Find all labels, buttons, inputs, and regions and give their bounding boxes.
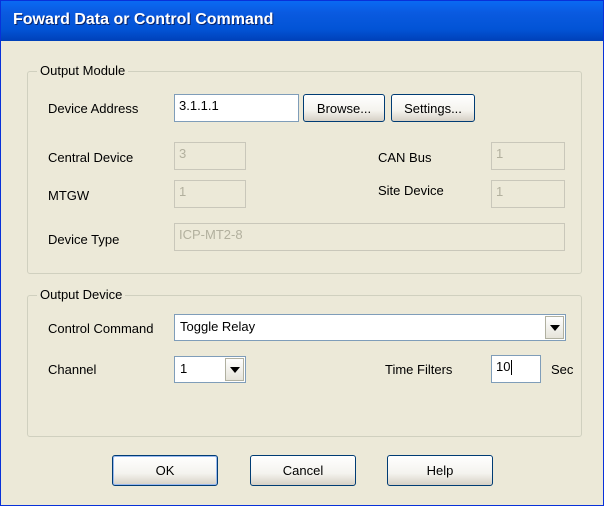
can-bus-field: 1 xyxy=(491,142,565,170)
central-device-field: 3 xyxy=(174,142,246,170)
time-unit-label: Sec xyxy=(551,362,574,377)
dialog-title: Foward Data or Control Command xyxy=(13,11,274,28)
title-bar[interactable]: Foward Data or Control Command xyxy=(1,1,603,41)
site-device-label: Site Device xyxy=(378,183,444,198)
chevron-down-icon[interactable] xyxy=(225,358,244,381)
control-command-select[interactable]: Toggle Relay xyxy=(174,314,566,341)
chevron-down-icon[interactable] xyxy=(545,316,564,339)
device-type-field: ICP-MT2-8 xyxy=(174,223,565,251)
settings-button[interactable]: Settings... xyxy=(391,94,475,122)
mtgw-field: 1 xyxy=(174,180,246,208)
channel-label: Channel xyxy=(48,362,97,377)
cancel-button[interactable]: Cancel xyxy=(250,455,356,486)
device-type-label: Device Type xyxy=(48,232,120,247)
output-module-legend: Output Module xyxy=(37,63,129,78)
browse-button[interactable]: Browse... xyxy=(303,94,385,122)
help-button[interactable]: Help xyxy=(387,455,493,486)
can-bus-label: CAN Bus xyxy=(378,150,432,165)
device-address-label: Device Address xyxy=(48,101,139,116)
channel-select[interactable]: 1 xyxy=(174,356,246,383)
time-filters-input[interactable]: 10 xyxy=(491,355,541,383)
device-address-input[interactable]: 3.1.1.1 xyxy=(174,94,299,122)
time-filters-label: Time Filters xyxy=(385,362,453,377)
dialog-window: Foward Data or Control Command Output Mo… xyxy=(0,0,604,506)
output-device-legend: Output Device xyxy=(37,287,126,302)
control-command-label: Control Command xyxy=(48,321,154,336)
ok-button[interactable]: OK xyxy=(112,455,218,486)
mtgw-label: MTGW xyxy=(48,188,90,203)
central-device-label: Central Device xyxy=(48,150,134,165)
site-device-field: 1 xyxy=(491,180,565,208)
